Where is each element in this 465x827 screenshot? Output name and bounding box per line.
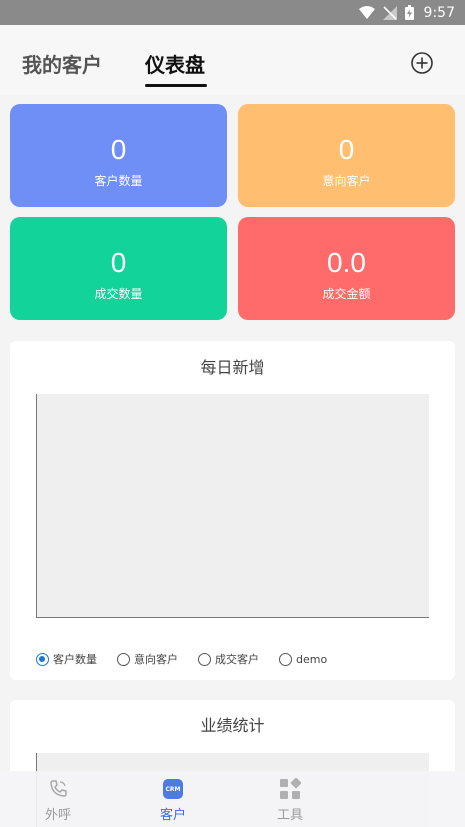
active-tab-indicator	[145, 84, 207, 87]
radio-dot	[117, 652, 130, 666]
crm-icon: CRM	[133, 777, 213, 801]
nav-item-tools[interactable]: 工具	[250, 777, 330, 823]
stat-card-intended-customers[interactable]: 0 意向客户	[238, 104, 455, 207]
nav-label: 客户	[159, 808, 186, 823]
stat-label: 客户数量	[94, 174, 143, 188]
radio-label: 成交客户	[215, 653, 259, 666]
radio-deal-customers[interactable]: 成交客户	[198, 651, 259, 667]
bottom-nav: 外呼 CRM 客户 工具	[0, 771, 465, 827]
tab-dashboard[interactable]: 仪表盘	[145, 49, 205, 78]
nav-item-customers[interactable]: CRM 客户	[133, 777, 213, 823]
stat-label: 成交数量	[94, 287, 143, 301]
radio-label: demo	[296, 652, 328, 666]
stat-label: 成交金额	[322, 287, 371, 301]
battery-charging-icon	[404, 5, 414, 20]
stat-card-deal-count[interactable]: 0 成交数量	[10, 217, 227, 320]
tools-icon	[250, 777, 330, 801]
radio-dot	[279, 652, 292, 666]
radio-label: 意向客户	[134, 653, 178, 666]
tab-my-customers[interactable]: 我的客户	[22, 49, 102, 78]
add-button[interactable]	[409, 50, 435, 76]
radio-demo[interactable]: demo	[279, 652, 328, 666]
stat-card-deal-amount[interactable]: 0.0 成交金额	[238, 217, 455, 320]
stat-label: 意向客户	[322, 174, 371, 188]
stat-value: 0	[110, 134, 127, 165]
nav-item-call[interactable]: 外呼	[18, 777, 98, 823]
radio-customer-count[interactable]: 客户数量	[36, 651, 97, 667]
plus-circle-icon	[411, 52, 433, 74]
daily-new-title: 每日新增	[200, 358, 265, 377]
daily-new-panel: 每日新增 客户数量 意向客户 成交客户 demo	[10, 341, 455, 680]
nav-label: 外呼	[44, 808, 71, 823]
performance-title: 业绩统计	[200, 716, 265, 735]
radio-label: 客户数量	[53, 653, 97, 666]
crm-badge: CRM	[163, 779, 183, 799]
stat-card-customer-count[interactable]: 0 客户数量	[10, 104, 227, 207]
status-bar: 9:57	[0, 0, 465, 25]
stat-value: 0.0	[327, 247, 366, 278]
daily-new-chart[interactable]	[36, 394, 429, 618]
header: 我的客户 仪表盘	[0, 25, 465, 95]
nav-label: 工具	[276, 808, 303, 823]
no-signal-icon	[382, 5, 397, 20]
series-selector: 客户数量 意向客户 成交客户 demo	[36, 651, 347, 667]
phone-icon	[18, 777, 98, 801]
wifi-icon	[358, 6, 375, 19]
status-time: 9:57	[423, 4, 455, 21]
radio-dot	[36, 652, 49, 666]
radio-intended-customers[interactable]: 意向客户	[117, 651, 178, 667]
stat-value: 0	[338, 134, 355, 165]
radio-dot	[198, 652, 211, 666]
stat-value: 0	[110, 247, 127, 278]
